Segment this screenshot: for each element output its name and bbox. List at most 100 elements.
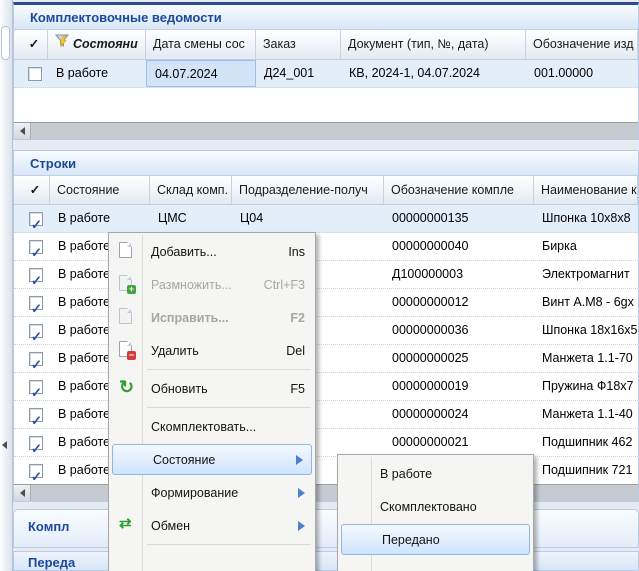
row-checkbox[interactable] — [29, 352, 43, 366]
cell-name[interactable]: Подшипник 721 — [534, 457, 638, 484]
menu-item-label: Формирование — [151, 486, 238, 500]
cell-code[interactable]: 00000000019 — [384, 373, 534, 400]
menu-item-add[interactable]: Добавить... Ins — [111, 235, 313, 268]
menu-item-formation[interactable]: Формирование — [111, 476, 313, 509]
menu-item-edit[interactable]: Исправить... F2 — [111, 301, 313, 334]
collapsed-side-panel[interactable] — [0, 0, 13, 571]
cell-code[interactable]: 00000000021 — [384, 429, 534, 456]
column-check[interactable]: ✓ — [14, 176, 50, 204]
column-code[interactable]: Обозначение компле — [384, 176, 534, 204]
column-warehouse[interactable]: Склад комп. — [150, 176, 232, 204]
table-row[interactable]: В работе ЦМС Ц04 00000000135 Шпонка 10х8… — [14, 205, 638, 233]
side-panel-handle[interactable] — [1, 26, 10, 60]
column-document[interactable]: Документ (тип, №, дата) — [341, 30, 526, 59]
menu-item-label: Размножить... — [151, 278, 232, 292]
submenu-item-assembled[interactable]: Скомплектовано — [340, 490, 531, 523]
column-status-label: Состояни — [73, 30, 138, 59]
menu-separator — [147, 544, 311, 545]
cell-code[interactable]: 00000000040 — [384, 233, 534, 260]
menu-item-label: Состояние — [153, 453, 215, 467]
row-checkbox[interactable] — [29, 408, 43, 422]
edit-document-icon — [119, 308, 132, 324]
column-status[interactable]: Состояние — [50, 176, 150, 204]
cell-product[interactable]: 001.00000 — [526, 60, 638, 87]
menu-item-label: Обмен — [151, 519, 190, 533]
sheets-table-row[interactable]: В работе 04.07.2024 Д24_001 КВ, 2024-1, … — [14, 60, 638, 88]
delete-document-icon: − — [119, 341, 132, 357]
menu-item-refresh[interactable]: ↻ Обновить F5 — [111, 372, 313, 405]
row-checkbox[interactable] — [29, 380, 43, 394]
row-checkbox[interactable] — [29, 240, 43, 254]
scroll-left-icon[interactable] — [14, 485, 31, 501]
row-checkbox[interactable] — [29, 464, 43, 478]
menu-item-label: Обновить — [151, 382, 208, 396]
cell-status[interactable]: В работе — [50, 205, 150, 232]
menu-item-label: Скомплектовано — [380, 500, 477, 514]
bottom-panel-peredacha[interactable]: Переда — [13, 551, 639, 571]
menu-item-duplicate[interactable]: + Размножить... Ctrl+F3 — [111, 268, 313, 301]
cell-code[interactable]: 00000000012 — [384, 289, 534, 316]
collapse-left-icon[interactable] — [2, 441, 7, 449]
cell-code[interactable]: 00000000025 — [384, 345, 534, 372]
cell-status-date-focused[interactable]: 04.07.2024 — [146, 60, 256, 87]
cell-warehouse[interactable]: ЦМС — [150, 205, 232, 232]
add-document-icon — [119, 242, 132, 258]
duplicate-document-icon: + — [119, 275, 132, 291]
submenu-arrow-icon — [298, 521, 305, 531]
cell-name[interactable]: Манжета 1.1-70 — [534, 345, 638, 372]
column-order[interactable]: Заказ — [256, 30, 341, 59]
scroll-left-icon[interactable] — [14, 123, 31, 139]
column-product[interactable]: Обозначение изд — [526, 30, 638, 59]
row-checkbox[interactable] — [29, 324, 43, 338]
status-submenu: В работе Скомплектовано Передано — [337, 454, 534, 571]
column-check[interactable]: ✓ — [14, 30, 48, 59]
menu-item-clipped[interactable] — [111, 547, 313, 571]
cell-document[interactable]: КВ, 2024-1, 04.07.2024 — [341, 60, 526, 87]
row-checkbox[interactable] — [29, 296, 43, 310]
row-checkbox[interactable] — [29, 268, 43, 282]
refresh-icon: ↻ — [119, 379, 134, 395]
cell-department[interactable]: Ц04 — [232, 205, 384, 232]
cell-code[interactable]: 00000000036 — [384, 317, 534, 344]
column-name[interactable]: Наименование к — [534, 176, 638, 204]
lines-panel: Строки ✓ Состояние Склад комп. Подраздел… — [13, 150, 639, 502]
menu-item-assemble[interactable]: Скомплектовать... — [111, 410, 313, 443]
submenu-arrow-icon — [296, 455, 303, 465]
context-menu: Добавить... Ins + Размножить... Ctrl+F3 … — [108, 232, 316, 571]
cell-name[interactable]: Манжета 1.1-40 — [534, 401, 638, 428]
menu-item-label: Добавить... — [151, 245, 217, 259]
menu-item-shortcut: F5 — [290, 382, 305, 396]
menu-item-delete[interactable]: − Удалить Del — [111, 334, 313, 367]
row-checkbox[interactable] — [29, 436, 43, 450]
row-checkbox[interactable] — [28, 67, 42, 81]
column-status-date[interactable]: Дата смены сос — [146, 30, 256, 59]
sheets-table-header: ✓ Состояни Дата смены сос Заказ Документ… — [14, 30, 638, 60]
menu-item-state[interactable]: Состояние — [112, 444, 312, 475]
menu-item-exchange[interactable]: ⇄ Обмен — [111, 509, 313, 542]
cell-code[interactable]: Д100000003 — [384, 261, 534, 288]
cell-status[interactable]: В работе — [48, 60, 146, 87]
bottom-panel-komplektovanie[interactable]: Компл — [13, 509, 639, 548]
cell-name[interactable]: Бирка — [534, 233, 638, 260]
lines-panel-title: Строки — [14, 151, 638, 176]
column-department[interactable]: Подразделение-получ — [232, 176, 384, 204]
column-status[interactable]: Состояни — [48, 30, 146, 59]
menu-separator — [147, 369, 311, 370]
menu-separator — [147, 407, 311, 408]
cell-name[interactable]: Винт А.М8 - 6gх — [534, 289, 638, 316]
cell-name[interactable]: Пружина Ф18х7 — [534, 373, 638, 400]
cell-name[interactable]: Электромагнит — [534, 261, 638, 288]
cell-name[interactable]: Шпонка 10х8х8 — [534, 205, 638, 232]
cell-code[interactable]: 00000000135 — [384, 205, 534, 232]
cell-order[interactable]: Д24_001 — [256, 60, 341, 87]
submenu-item-in-work[interactable]: В работе — [340, 457, 531, 490]
row-checkbox[interactable] — [29, 212, 43, 226]
cell-name[interactable]: Шпонка 18х16х5 — [534, 317, 638, 344]
cell-name[interactable]: Подшипник 462 — [534, 429, 638, 456]
submenu-item-clipped[interactable] — [340, 556, 531, 571]
sheets-horizontal-scrollbar[interactable] — [14, 122, 638, 139]
menu-item-label: Передано — [382, 533, 440, 547]
cell-code[interactable]: 00000000024 — [384, 401, 534, 428]
submenu-item-transferred[interactable]: Передано — [341, 524, 530, 555]
menu-item-shortcut: Del — [286, 344, 305, 358]
